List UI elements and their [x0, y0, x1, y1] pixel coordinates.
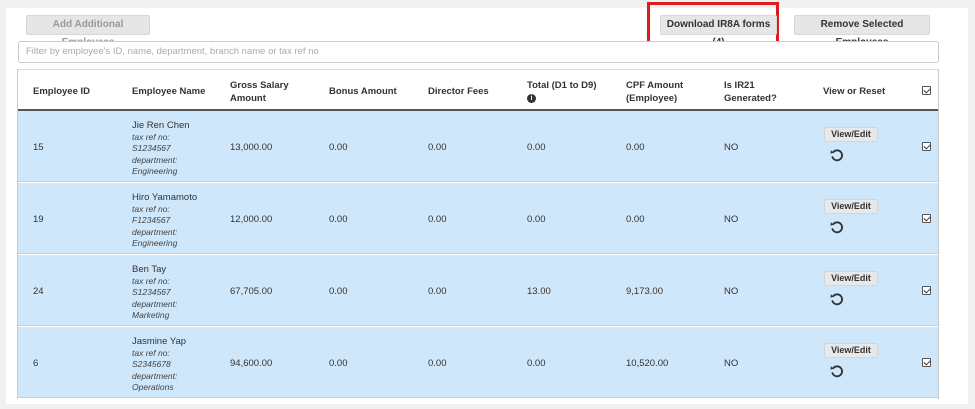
select-all-checkbox[interactable]	[922, 86, 931, 95]
employee-name: Jie Ren Chen	[132, 120, 190, 131]
employee-id: 24	[33, 286, 44, 297]
department-label: department:	[132, 298, 178, 309]
col-view-reset: View or Reset	[823, 86, 886, 97]
tax-ref-label: tax ref no:	[132, 203, 170, 214]
add-additional-employees-button[interactable]: Add Additional Employees	[26, 15, 150, 48]
department-value: Marketing	[132, 310, 170, 320]
tax-ref-label: tax ref no:	[132, 131, 170, 142]
bonus-amount: 0.00	[329, 286, 348, 297]
director-fees: 0.00	[428, 214, 447, 225]
col-ir21: Is IR21 Generated?	[724, 80, 777, 104]
total-d1-d9: 0.00	[527, 214, 546, 225]
col-bonus-amount: Bonus Amount	[329, 86, 397, 97]
employee-name: Jasmine Yap	[132, 336, 187, 347]
row-select-checkbox[interactable]	[922, 286, 931, 295]
cpf-amount: 0.00	[626, 214, 645, 225]
gross-salary: 12,000.00	[230, 214, 273, 225]
reset-icon[interactable]	[829, 219, 845, 235]
employees-table: Employee ID Employee Name Gross Salary A…	[17, 69, 939, 399]
reset-icon[interactable]	[829, 291, 845, 307]
col-cpf-amount: CPF Amount (Employee)	[626, 80, 684, 104]
director-fees: 0.00	[428, 286, 447, 297]
view-edit-button[interactable]: View/Edit	[824, 127, 878, 142]
table-row: 15 Jie Ren Chen tax ref no: S1234567 dep…	[18, 111, 938, 182]
director-fees: 0.00	[428, 358, 447, 369]
info-icon[interactable]: i	[527, 93, 536, 103]
employee-name: Ben Tay	[132, 264, 167, 275]
ir21-status: NO	[724, 214, 739, 225]
employee-name: Hiro Yamamoto	[132, 192, 198, 203]
department-label: department:	[132, 370, 178, 381]
gross-salary: 67,705.00	[230, 286, 273, 297]
gross-salary: 13,000.00	[230, 142, 273, 153]
col-director-fees: Director Fees	[428, 86, 489, 97]
total-d1-d9: 0.00	[527, 142, 546, 153]
cpf-amount: 0.00	[626, 142, 645, 153]
department-value: Engineering	[132, 238, 178, 248]
table-header: Employee ID Employee Name Gross Salary A…	[18, 69, 938, 111]
gross-salary: 94,600.00	[230, 358, 273, 369]
tax-ref-value: F1234567	[132, 215, 171, 225]
tax-ref-value: S2345678	[132, 359, 171, 369]
employee-name-block: Jasmine Yap tax ref no: S2345678 departm…	[132, 336, 186, 394]
employee-id: 15	[33, 142, 44, 153]
department-label: department:	[132, 226, 178, 237]
ir21-status: NO	[724, 358, 739, 369]
total-d1-d9: 0.00	[527, 358, 546, 369]
view-edit-button[interactable]: View/Edit	[824, 271, 878, 286]
department-label: department:	[132, 154, 178, 165]
remove-selected-employees-button[interactable]: Remove Selected Employees	[794, 15, 930, 48]
employee-id: 19	[33, 214, 44, 225]
col-total-label: Total (D1 to D9)	[527, 80, 597, 91]
tax-ref-label: tax ref no:	[132, 275, 170, 286]
employee-name-block: Jie Ren Chen tax ref no: S1234567 depart…	[132, 120, 190, 178]
department-value: Operations	[132, 382, 174, 392]
col-employee-name: Employee Name	[132, 86, 206, 97]
ir21-status: NO	[724, 286, 739, 297]
view-edit-button[interactable]: View/Edit	[824, 199, 878, 214]
col-gross-salary: Gross Salary Amount	[230, 80, 289, 104]
row-select-checkbox[interactable]	[922, 214, 931, 223]
view-edit-button[interactable]: View/Edit	[824, 343, 878, 358]
bonus-amount: 0.00	[329, 142, 348, 153]
tax-ref-value: S1234567	[132, 143, 171, 153]
bonus-amount: 0.00	[329, 358, 348, 369]
director-fees: 0.00	[428, 142, 447, 153]
employee-name-block: Hiro Yamamoto tax ref no: F1234567 depar…	[132, 192, 197, 250]
total-d1-d9: 13.00	[527, 286, 551, 297]
tax-ref-label: tax ref no:	[132, 347, 170, 358]
table-row: 19 Hiro Yamamoto tax ref no: F1234567 de…	[18, 183, 938, 254]
cpf-amount: 10,520.00	[626, 358, 669, 369]
employee-id: 6	[33, 358, 39, 369]
ir21-status: NO	[724, 142, 739, 153]
col-employee-id: Employee ID	[33, 86, 91, 97]
download-ir8a-forms-button[interactable]: Download IR8A forms (4)	[660, 15, 777, 48]
filter-input[interactable]: Filter by employee's ID, name, departmen…	[18, 41, 939, 63]
reset-icon[interactable]	[829, 363, 845, 379]
reset-icon[interactable]	[829, 147, 845, 163]
row-select-checkbox[interactable]	[922, 358, 931, 367]
table-row: 6 Jasmine Yap tax ref no: S2345678 depar…	[18, 327, 938, 398]
bonus-amount: 0.00	[329, 214, 348, 225]
cpf-amount: 9,173.00	[626, 286, 663, 297]
department-value: Engineering	[132, 166, 178, 176]
table-row: 24 Ben Tay tax ref no: S1234567 departme…	[18, 255, 938, 326]
row-select-checkbox[interactable]	[922, 142, 931, 151]
tax-ref-value: S1234567	[132, 287, 171, 297]
employee-name-block: Ben Tay tax ref no: S1234567 department:…	[132, 264, 177, 322]
col-total: Total (D1 to D9) i	[527, 79, 597, 105]
